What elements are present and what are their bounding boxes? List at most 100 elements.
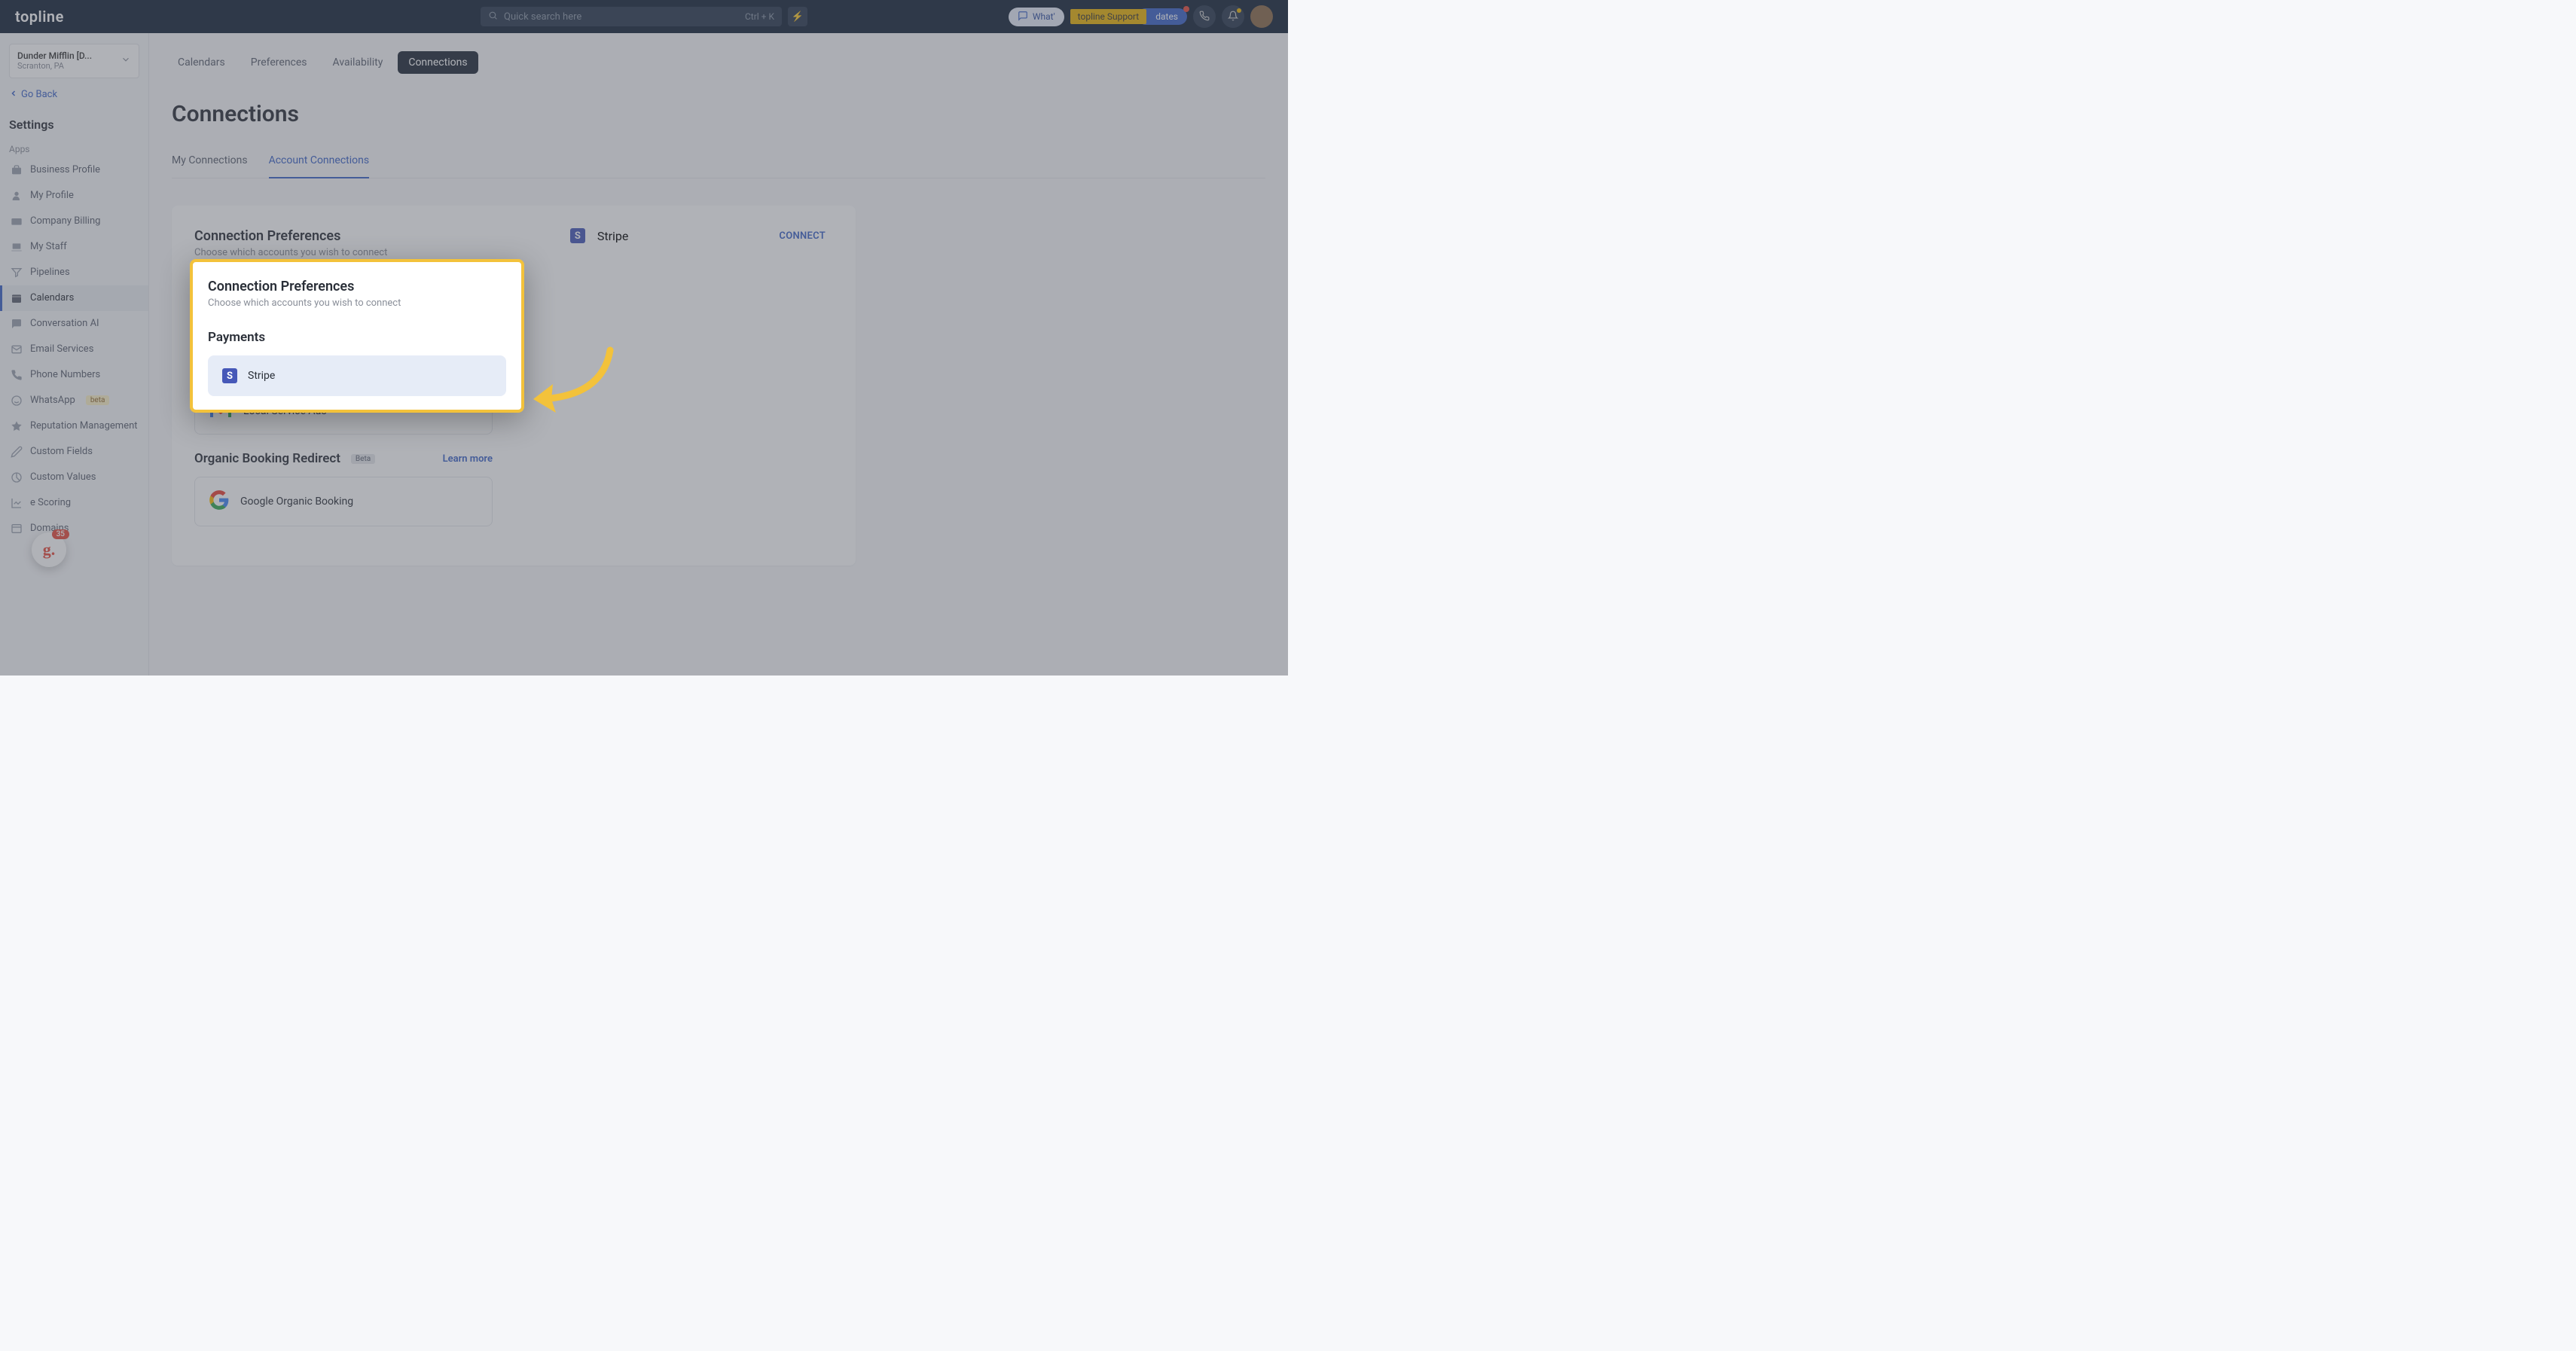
spotlight-stripe-item[interactable]: S Stripe <box>208 355 506 396</box>
tab-calendars[interactable]: Calendars <box>167 51 236 74</box>
sidebar-item-email-services[interactable]: Email Services <box>0 337 148 362</box>
search-shortcut: Ctrl + K <box>745 11 774 22</box>
nav-label: Conversation AI <box>30 318 99 329</box>
phone-icon <box>1199 10 1210 24</box>
phone-icon <box>11 369 23 381</box>
updates-label: dates <box>1155 11 1178 22</box>
nav-label: Calendars <box>30 292 74 303</box>
account-location: Scranton, PA <box>17 61 92 71</box>
whatsapp-icon <box>11 395 23 407</box>
google-icon <box>209 489 230 514</box>
user-icon <box>11 190 23 202</box>
nav-label: Business Profile <box>30 164 100 175</box>
star-icon <box>11 420 23 432</box>
stripe-icon: S <box>222 368 237 383</box>
tutorial-arrow-icon <box>527 346 618 425</box>
bolt-icon: ⚡ <box>792 11 804 23</box>
stripe-icon: S <box>570 228 585 243</box>
spotlight-stripe-label: Stripe <box>248 370 275 382</box>
search-icon <box>488 11 498 23</box>
spotlight-payments-title: Payments <box>208 330 506 345</box>
support-tooltip: topline Support <box>1070 9 1147 24</box>
organic-section-title: Organic Booking Redirect <box>194 451 340 466</box>
sidebar-item-business-profile[interactable]: Business Profile <box>0 157 148 183</box>
sidebar-item-my-staff[interactable]: My Staff <box>0 234 148 260</box>
search-placeholder: Quick search here <box>504 11 581 23</box>
google-organic-booking-item[interactable]: Google Organic Booking <box>194 477 493 526</box>
mail-icon <box>11 343 23 355</box>
sidebar-item-whatsapp[interactable]: WhatsApp beta <box>0 388 148 413</box>
sidebar-item-my-profile[interactable]: My Profile <box>0 183 148 209</box>
avatar[interactable] <box>1250 5 1273 28</box>
chevron-down-icon <box>121 53 131 68</box>
window-icon <box>11 523 23 535</box>
sidebar-item-conversation-ai[interactable]: Conversation AI <box>0 311 148 337</box>
nav-label: Phone Numbers <box>30 369 100 380</box>
chat-icon <box>11 318 23 330</box>
nav-label: Custom Values <box>30 471 96 483</box>
phone-button[interactable] <box>1193 5 1216 28</box>
subtab-my-connections[interactable]: My Connections <box>172 154 248 178</box>
account-switcher[interactable]: Dunder Mifflin [D... Scranton, PA <box>9 44 139 78</box>
beta-badge: Beta <box>351 454 375 464</box>
chevron-left-icon <box>9 89 18 101</box>
nav-label: My Staff <box>30 241 67 252</box>
nav-label: Pipelines <box>30 267 70 278</box>
nav-label: e Scoring <box>30 497 71 508</box>
tutorial-spotlight: Connection Preferences Choose which acco… <box>190 259 524 413</box>
sidebar-group-label: Apps <box>0 138 148 157</box>
tab-availability[interactable]: Availability <box>322 51 394 74</box>
sidebar-item-calendars[interactable]: Calendars <box>0 285 148 311</box>
nav-label: WhatsApp <box>30 395 75 406</box>
chart-icon <box>11 497 23 509</box>
spotlight-subtitle: Choose which accounts you wish to connec… <box>208 297 506 309</box>
page-title: Connections <box>172 101 1265 127</box>
nav-label: Company Billing <box>30 215 100 227</box>
help-fab-icon: g. <box>43 540 56 560</box>
nav-label: Email Services <box>30 343 93 355</box>
notification-dot-icon <box>1183 6 1189 12</box>
bell-dot-icon <box>1237 8 1241 13</box>
help-fab-count: 35 <box>52 529 69 539</box>
card-icon <box>11 215 23 227</box>
connect-button[interactable]: CONNECT <box>779 230 826 242</box>
funnel-icon <box>11 267 23 279</box>
go-back-link[interactable]: Go Back <box>0 84 148 105</box>
pencil-icon <box>11 446 23 458</box>
sidebar-item-scoring[interactable]: e Scoring <box>0 490 148 516</box>
spotlight-title: Connection Preferences <box>208 279 506 294</box>
account-name: Dunder Mifflin [D... <box>17 50 92 61</box>
subtab-account-connections[interactable]: Account Connections <box>269 154 370 178</box>
laptop-icon <box>11 241 23 253</box>
calendar-icon <box>11 292 23 304</box>
search-input[interactable]: Quick search here Ctrl + K <box>481 7 782 26</box>
chat-bubble-icon <box>1018 11 1028 23</box>
notifications-button[interactable] <box>1222 5 1244 28</box>
nav-label: My Profile <box>30 190 74 201</box>
pie-icon <box>11 471 23 483</box>
whats-new-button[interactable]: What' <box>1009 8 1064 26</box>
quick-actions-button[interactable]: ⚡ <box>788 7 807 26</box>
sidebar-section-title: Settings <box>0 111 148 138</box>
tab-connections[interactable]: Connections <box>398 51 478 74</box>
sidebar-item-domains[interactable]: Domains <box>0 516 148 541</box>
sidebar-item-pipelines[interactable]: Pipelines <box>0 260 148 285</box>
nav-label: Custom Fields <box>30 446 93 457</box>
beta-badge: beta <box>86 395 110 405</box>
sidebar-item-reputation-management[interactable]: Reputation Management <box>0 413 148 439</box>
help-fab[interactable]: g. 35 <box>32 532 66 567</box>
sidebar-item-custom-values[interactable]: Custom Values <box>0 465 148 490</box>
stripe-label: Stripe <box>597 229 629 243</box>
sidebar-item-company-billing[interactable]: Company Billing <box>0 209 148 234</box>
go-back-label: Go Back <box>21 89 57 100</box>
sidebar-item-phone-numbers[interactable]: Phone Numbers <box>0 362 148 388</box>
google-organic-booking-label: Google Organic Booking <box>240 496 353 508</box>
card-title: Connection Preferences <box>194 228 387 244</box>
sidebar-item-custom-fields[interactable]: Custom Fields <box>0 439 148 465</box>
brand-logo[interactable]: topline <box>15 8 64 26</box>
nav-label: Reputation Management <box>30 420 138 432</box>
tab-preferences[interactable]: Preferences <box>240 51 318 74</box>
briefcase-icon <box>11 164 23 176</box>
learn-more-link[interactable]: Learn more <box>443 453 493 465</box>
card-subtitle: Choose which accounts you wish to connec… <box>194 247 387 258</box>
